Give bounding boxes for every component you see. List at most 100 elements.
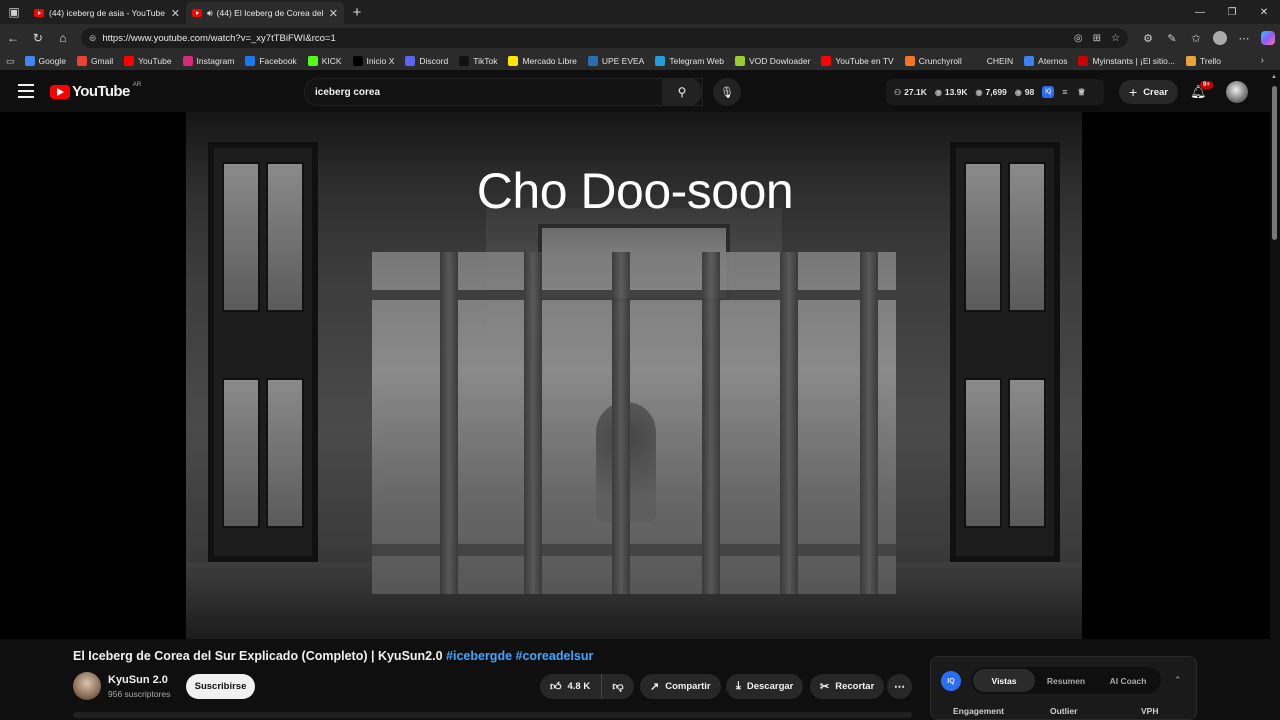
search-button[interactable]: ⚲	[662, 78, 702, 106]
speaker-icon[interactable]: 🔊︎	[207, 8, 213, 19]
list-icon[interactable]: ≡	[1062, 87, 1067, 97]
new-tab-button[interactable]: +	[344, 4, 370, 21]
logo-text: YouTube	[72, 83, 130, 100]
back-icon[interactable]: ←	[1, 24, 25, 52]
video-player[interactable]: Cho Doo-soon	[0, 112, 1270, 639]
bookmark-kick[interactable]: KICK	[307, 56, 342, 66]
bookmark-label: Trello	[1199, 56, 1221, 66]
page-scrollbar[interactable]: ▲	[1270, 72, 1280, 720]
scrollbar-thumb[interactable]	[1272, 86, 1277, 240]
bookmark-mercado-libre[interactable]: Mercado Libre	[508, 56, 577, 66]
address-bar-row: ← ↻ ⌂ ⊜ https://www.youtube.com/watch?v=…	[0, 24, 1280, 52]
bookmark-label: TikTok	[473, 56, 498, 66]
bookmark-upe-evea[interactable]: UPE EVEA	[587, 56, 644, 66]
chevron-right-icon[interactable]: ›	[1261, 55, 1264, 66]
clip-button[interactable]: ✂ Recortar	[810, 674, 885, 699]
tab-resumen[interactable]: Resumen	[1035, 669, 1097, 692]
url-text[interactable]: https://www.youtube.com/watch?v=_xy7tTBi…	[102, 33, 1064, 44]
like-dislike-group: 👍︎ 4.8 K 👎︎	[540, 674, 634, 699]
bookmark-google[interactable]: Google	[24, 56, 66, 66]
trophy-icon[interactable]: ♕	[1078, 87, 1086, 98]
minimize-icon[interactable]: —	[1184, 0, 1216, 24]
youtube-icon	[821, 56, 832, 66]
extension-icon[interactable]: ✎	[1160, 32, 1184, 45]
create-button[interactable]: + Crear	[1119, 80, 1179, 104]
bookmark-label: VOD Dowloader	[749, 56, 811, 66]
channel-name[interactable]: KyuSun 2.0	[108, 674, 168, 686]
close-tab-icon[interactable]: ✕	[171, 7, 180, 20]
share-button[interactable]: ↗ Compartir	[640, 674, 721, 699]
bookmark-label: Discord	[419, 56, 449, 66]
description-box-edge	[73, 712, 912, 718]
favorite-star-icon[interactable]: ☆	[1111, 33, 1120, 44]
tab-actions-icon[interactable]: ▣	[0, 0, 28, 24]
favorites-icon[interactable]: ✩	[1184, 32, 1208, 45]
hashtag-link[interactable]: #coreadelsur	[516, 649, 594, 663]
bookmark-vod-dowloader[interactable]: VOD Dowloader	[735, 56, 810, 66]
myinstants-icon	[1078, 56, 1089, 66]
tracking-icon[interactable]: ◎	[1074, 33, 1083, 44]
bookmark-chein[interactable]: CHEIN	[972, 56, 1013, 66]
close-tab-icon[interactable]: ✕	[329, 7, 338, 20]
x-icon	[352, 56, 363, 66]
bookmark-tiktok[interactable]: TikTok	[459, 56, 497, 66]
tab-ai-coach[interactable]: AI Coach	[1097, 669, 1159, 692]
voice-search-icon[interactable]: 🎙︎	[713, 78, 741, 106]
dislike-button[interactable]: 👎︎	[602, 680, 634, 693]
app-available-icon[interactable]: ⊞	[1093, 33, 1101, 44]
subscribe-button[interactable]: Suscribirse	[186, 674, 255, 699]
home-icon[interactable]: ⌂	[51, 24, 75, 52]
bookmark-label: KICK	[321, 56, 342, 66]
like-button[interactable]: 👍︎ 4.8 K	[540, 674, 602, 699]
bookmarks-bar: ▭ Google Gmail YouTube Instagram Facebook KIC…	[0, 52, 1280, 70]
hashtag-link[interactable]: #icebergde	[446, 649, 512, 663]
download-button[interactable]: ⤓ Descargar	[726, 674, 804, 699]
video-title: El Iceberg de Corea del Sur Explicado (C…	[73, 649, 594, 663]
vidiq-logo-icon[interactable]: IQ	[941, 671, 961, 691]
maximize-icon[interactable]: ❐	[1216, 0, 1248, 24]
reading-icon[interactable]: ▭	[6, 56, 15, 67]
copilot-icon[interactable]	[1261, 31, 1275, 45]
scroll-up-icon[interactable]: ▲	[1271, 74, 1277, 80]
bookmark-youtube[interactable]: YouTube	[124, 56, 172, 66]
bookmark-aternos[interactable]: Aternos	[1024, 56, 1067, 66]
browser-tab-1[interactable]: (44) iceberg de asia - YouTube ✕	[28, 2, 186, 24]
bookmark-inicio-x[interactable]: Inicio X	[352, 56, 394, 66]
download-icon: ⤓	[736, 680, 741, 692]
bookmark-crunchyroll[interactable]: Crunchyroll	[904, 56, 962, 66]
profile-avatar[interactable]	[1213, 31, 1227, 45]
bookmark-gmail[interactable]: Gmail	[76, 56, 113, 66]
extensions-icon[interactable]: ⚙	[1136, 32, 1160, 45]
channel-avatar[interactable]	[73, 672, 101, 700]
bookmark-label: YouTube en TV	[835, 56, 894, 66]
tab-vistas[interactable]: Vistas	[973, 669, 1035, 692]
bookmark-label: Facebook	[259, 56, 297, 66]
bookmark-telegram-web[interactable]: Telegram Web	[655, 56, 724, 66]
youtube-logo[interactable]: YouTube AR	[50, 82, 141, 100]
menu-icon[interactable]	[18, 84, 34, 98]
browser-tab-2[interactable]: 🔊︎ (44) El Iceberg de Corea del ✕	[186, 2, 344, 24]
vidiq-icon[interactable]: IQ	[1042, 86, 1055, 98]
bookmark-discord[interactable]: Discord	[405, 56, 448, 66]
kick-icon	[307, 56, 318, 66]
site-info-icon[interactable]: ⊜	[89, 33, 97, 44]
more-menu-icon[interactable]: ⋯	[1232, 32, 1256, 45]
more-actions-icon[interactable]: ⋯	[887, 674, 912, 699]
chevron-up-icon[interactable]: ⌃	[1174, 675, 1182, 686]
close-window-icon[interactable]: ✕	[1248, 0, 1280, 24]
browser-tab-strip: ▣ (44) iceberg de asia - YouTube ✕ 🔊︎ (4…	[0, 0, 1280, 24]
vidiq-panel: IQ Vistas Resumen AI Coach ⌃ Engagement …	[930, 656, 1197, 720]
thumbs-up-icon: 👍︎	[550, 681, 562, 693]
bookmark-facebook[interactable]: Facebook	[245, 56, 297, 66]
bookmark-myinstants-el-sitio[interactable]: Myinstants | ¡El sitio...	[1078, 56, 1175, 66]
bookmark-youtube-en-tv[interactable]: YouTube en TV	[821, 56, 894, 66]
google-icon	[24, 56, 35, 66]
bookmark-trello[interactable]: Trello	[1185, 56, 1221, 66]
address-bar[interactable]: ⊜ https://www.youtube.com/watch?v=_xy7tT…	[80, 28, 1128, 48]
search-input[interactable]	[315, 86, 676, 98]
person-icon: ⚇	[894, 87, 902, 97]
views-stat: ◉ 13.9K	[934, 87, 968, 97]
reload-icon[interactable]: ↻	[26, 24, 50, 52]
account-avatar[interactable]	[1226, 81, 1248, 103]
bookmark-instagram[interactable]: Instagram	[182, 56, 234, 66]
